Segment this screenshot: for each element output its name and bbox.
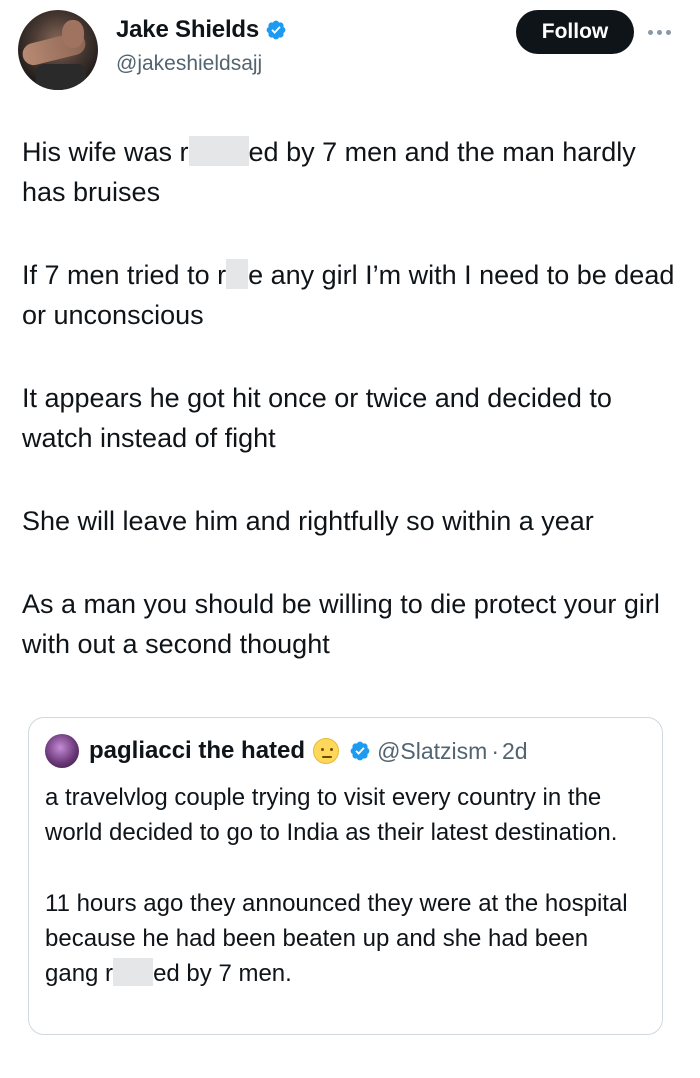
more-dot (657, 29, 662, 35)
verified-badge-icon (266, 20, 286, 40)
quoted-paragraph: 11 hours ago they announced they were at… (45, 886, 645, 991)
avatar-face (62, 20, 84, 48)
tweet-text: His wife was r ed by 7 men and the man ha… (22, 132, 682, 707)
redaction-box (188, 136, 249, 166)
tweet-text-part: If 7 men tried to r (22, 260, 227, 290)
slightly-frowning-face-emoji (313, 738, 340, 764)
redaction-box (113, 958, 154, 986)
time-separator: · (491, 737, 499, 764)
more-options-icon[interactable] (648, 22, 678, 42)
quoted-author-handle[interactable]: @Slatzism (377, 738, 487, 765)
quoted-author-avatar[interactable] (45, 734, 79, 768)
quoted-tweet[interactable]: pagliacci the hated @Slatzism · 2d a tra… (28, 717, 663, 1035)
author-handle[interactable]: @jakeshieldsajj (116, 52, 262, 76)
redaction-box (226, 259, 249, 289)
tweet-header: Jake Shields @jakeshieldsajj Follow (0, 0, 700, 100)
quoted-tweet-text: a travelvlog couple trying to visit ever… (45, 780, 645, 1027)
quoted-paragraph: a travelvlog couple trying to visit ever… (45, 784, 618, 846)
tweet-paragraph: She will leave him and rightfully so wit… (22, 506, 594, 536)
tweet-paragraph: His wife was r ed by 7 men and the man ha… (22, 132, 682, 212)
quoted-author-display-name[interactable]: pagliacci the hated (89, 737, 305, 765)
author-avatar[interactable] (18, 10, 98, 90)
verified-badge-icon (350, 741, 370, 761)
author-display-name[interactable]: Jake Shields (116, 16, 259, 44)
quoted-tweet-header: pagliacci the hated @Slatzism · 2d (45, 734, 528, 768)
tweet-text-part: His wife was r (22, 137, 189, 167)
more-dot (666, 29, 671, 35)
quoted-tweet-time[interactable]: 2d (502, 738, 528, 765)
tweet-paragraph: As a man you should be willing to die pr… (22, 589, 660, 659)
quoted-text-part: ed by 7 men. (153, 960, 292, 987)
tweet-paragraph: It appears he got hit once or twice and … (22, 383, 612, 453)
more-dot (648, 29, 653, 35)
author-name-row: Jake Shields (116, 16, 287, 44)
tweet-paragraph: If 7 men tried to re any girl I’m with I… (22, 255, 682, 335)
follow-button[interactable]: Follow (516, 10, 634, 54)
avatar-shirt (36, 64, 86, 90)
